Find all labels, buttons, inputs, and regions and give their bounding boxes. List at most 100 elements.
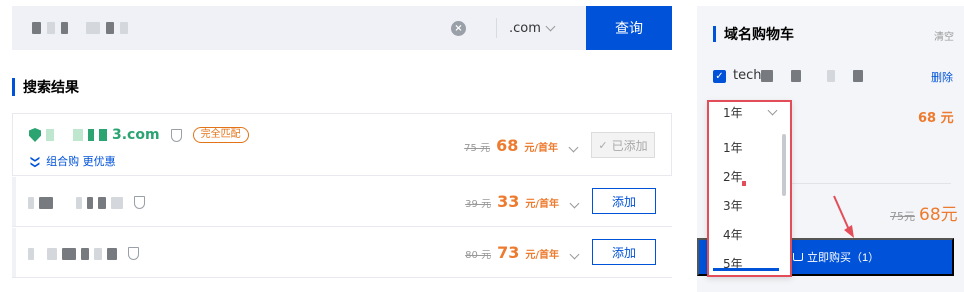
original-price: 75 元 [464,143,491,154]
redacted-text [47,22,55,34]
price-unit: 元/首年 [525,199,559,210]
buy-now-label: 立即购买（1） [807,252,880,264]
result-row: 80 元 73 元/首年 添加 [12,228,672,278]
suffix-select[interactable]: .com [509,18,556,38]
shield-icon [128,247,139,260]
redacted-text [61,22,68,34]
heading-accent [12,78,15,96]
original-price: 80 元 [465,250,492,261]
cursor-marker [742,181,746,186]
cart-heading: 域名购物车 [713,24,794,44]
suffix-value: .com [509,20,541,36]
cart-title: 域名购物车 [724,27,794,43]
redacted-text [28,196,34,209]
price-unit: 元/首年 [525,250,559,261]
redacted-text [76,196,82,209]
redacted-text [28,247,34,260]
term-option[interactable]: 2年 [709,163,790,192]
domain-name: 3.com 完全匹配 [29,127,249,143]
term-option-list: 1年 2年 3年 4年 5年 [709,134,790,275]
total-original-price: 75元 [890,210,915,223]
term-option[interactable]: 1年 [709,134,790,163]
redacted-text [791,69,802,82]
results-heading: 搜索结果 [12,77,79,97]
dropdown-scrollbar[interactable] [782,134,786,196]
chevron-down-icon[interactable] [569,198,580,209]
redacted-text [46,129,54,141]
result-row: 39 元 33 元/首年 添加 [12,177,672,227]
redacted-text [107,247,117,260]
redacted-text [99,129,107,141]
redacted-text [73,129,83,141]
clear-cart-link[interactable]: 清空 [934,28,954,43]
shield-icon [170,128,182,142]
delete-link[interactable]: 删除 [931,69,953,85]
add-button[interactable]: 添加 [592,188,656,214]
sale-price: 33 [497,192,520,211]
sale-price: 68 [496,136,519,155]
term-select-trigger[interactable]: 1年 [714,102,785,123]
total-price: 68元 [919,205,958,225]
item-price: 68 元 [918,111,954,126]
clear-icon[interactable]: × [451,21,466,36]
heading-accent [713,26,716,42]
domain-suffix-text: 3.com [112,127,160,143]
double-chevron-down-icon: ❯❯ [29,155,40,167]
redacted-text [106,22,114,34]
redacted-text [827,69,836,82]
domain-name [28,196,145,209]
redacted-text [98,196,106,209]
result-row: 3.com 完全匹配 ❯❯ 组合购 更优惠 75 元 68 元/首年 ✓ 已添加 [12,113,672,176]
term-option[interactable]: 5年 [709,250,790,275]
search-input[interactable] [32,20,128,36]
search-button[interactable]: 查询 [586,6,672,50]
redacted-text [87,196,93,209]
price-group: 75 元 68 元/首年 [464,136,579,155]
redacted-text [120,22,128,34]
redacted-text [111,196,123,209]
item-name-text: tech [733,68,762,83]
combo-link-label: 组合购 更优惠 [46,155,116,168]
match-badge: 完全匹配 [192,127,249,143]
term-dropdown: 1年 1年 2年 3年 4年 5年 [707,100,792,277]
check-icon: ✓ [598,139,608,152]
results-title: 搜索结果 [23,80,79,96]
redacted-text [853,69,864,82]
divider [496,18,497,38]
term-option[interactable]: 4年 [709,221,790,250]
item-name: tech [733,68,864,83]
sale-price: 73 [497,243,520,262]
term-option[interactable]: 3年 [709,192,790,221]
redacted-text [32,22,41,34]
add-button[interactable]: 添加 [592,239,656,265]
redacted-text [94,247,102,260]
annotation-arrow-icon [833,195,854,238]
added-button: ✓ 已添加 [591,132,655,158]
redacted-text [81,247,89,260]
redacted-text [47,247,57,260]
shield-icon [134,196,145,209]
price-unit: 元/首年 [524,143,558,154]
added-label: 已添加 [611,138,648,153]
dropdown-active-indicator [713,268,779,271]
price-group: 39 元 33 元/首年 [465,192,580,211]
original-price: 39 元 [465,199,492,210]
cart-icon [793,253,803,261]
price-group: 80 元 73 元/首年 [465,243,580,262]
redacted-text [88,129,94,141]
item-checkbox[interactable]: ✓ [713,70,726,83]
redacted-text [39,196,53,209]
cart-total: 75元 68元 [890,200,958,225]
redacted-text [62,247,76,260]
chevron-down-icon [767,105,778,115]
redacted-text [86,22,100,34]
domain-name [28,247,139,260]
chevron-down-icon [545,21,556,31]
verified-shield-icon [29,128,41,142]
search-bar[interactable]: × .com [12,6,672,50]
redacted-text [761,69,774,82]
chevron-down-icon[interactable] [568,142,579,153]
combo-deal-link[interactable]: ❯❯ 组合购 更优惠 [29,153,116,169]
term-value: 1年 [723,105,743,120]
chevron-down-icon[interactable] [569,249,580,260]
